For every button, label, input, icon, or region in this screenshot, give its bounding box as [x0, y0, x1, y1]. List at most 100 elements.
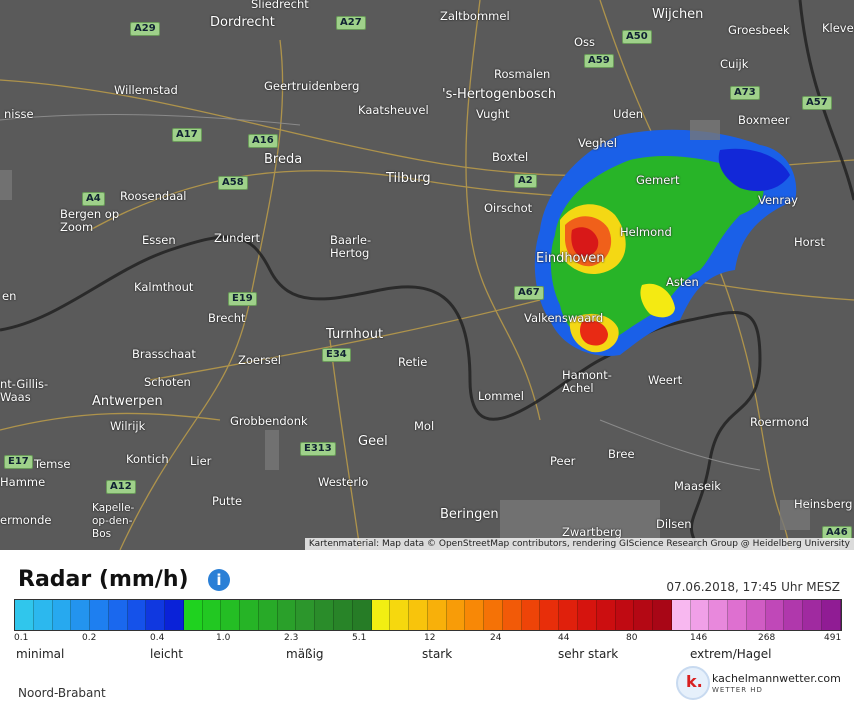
scale-swatch	[765, 600, 785, 630]
scale-swatch	[277, 600, 297, 630]
place-label: Geertruidenberg	[264, 79, 360, 93]
place-label: Peer	[550, 454, 576, 468]
scale-tick: 5.1	[352, 633, 367, 643]
place-label: Turnhout	[326, 327, 384, 342]
scale-swatch	[258, 600, 278, 630]
timestamp: 07.06.2018, 17:45 Uhr MESZ	[666, 580, 840, 594]
scale-category: mäßig	[286, 647, 324, 661]
place-label: 's-Hertogenbosch	[442, 87, 557, 102]
place-label: nt-Gillis-Waas	[0, 377, 49, 404]
place-label: Brasschaat	[132, 347, 196, 361]
scale-swatch	[371, 600, 391, 630]
road-shield: A4	[82, 192, 105, 206]
place-label: Weert	[648, 373, 683, 387]
place-label: Uden	[613, 107, 644, 121]
scale-tick: 24	[490, 633, 502, 643]
place-label: Lommel	[478, 389, 524, 403]
place-label: Roosendaal	[120, 189, 187, 203]
place-label: Antwerpen	[92, 394, 163, 409]
brand-link[interactable]: kachelmannwetter.com	[712, 672, 841, 685]
place-label: Tilburg	[386, 171, 431, 186]
place-label: Vught	[476, 107, 510, 121]
scale-swatch	[615, 600, 635, 630]
place-label: Brecht	[208, 311, 246, 325]
info-icon[interactable]: i	[208, 569, 230, 591]
map-attribution: Kartenmaterial: Map data © OpenStreetMap…	[304, 538, 854, 550]
place-label: Kalmthout	[134, 280, 194, 294]
place-label: Mol	[414, 419, 435, 433]
scale-tick: 0.1	[14, 633, 29, 643]
place-label: Temse	[34, 457, 71, 471]
place-label: Helmond	[620, 225, 672, 239]
radar-map[interactable]: Sliedrecht Dordrecht Zaltbommel Wijchen …	[0, 0, 854, 550]
place-label: Kontich	[126, 452, 169, 466]
road-shield: A58	[218, 176, 248, 190]
color-scale	[14, 599, 842, 631]
scale-swatch	[690, 600, 710, 630]
road-shield: A17	[172, 128, 202, 142]
scale-swatch	[728, 600, 747, 630]
scale-swatch	[71, 600, 91, 630]
place-label: Willemstad	[114, 83, 178, 97]
place-label: nisse	[4, 107, 34, 121]
road-shield: E34	[322, 348, 351, 362]
scale-category: minimal	[16, 647, 65, 661]
place-label: ermonde	[0, 513, 52, 527]
scale-swatch	[540, 600, 560, 630]
road-shield: A59	[584, 54, 614, 68]
scale-swatch	[221, 600, 241, 630]
scale-category: sehr stark	[558, 647, 619, 661]
scale-swatch	[146, 600, 166, 630]
scale-swatch	[427, 600, 447, 630]
road-shield: A73	[730, 86, 760, 100]
place-label: Lier	[190, 454, 212, 468]
place-label: Beringen	[440, 507, 499, 522]
road-shield: A50	[622, 30, 652, 44]
scale-swatch	[108, 600, 128, 630]
place-label: Zaltbommel	[440, 9, 510, 23]
scale-swatch	[821, 600, 841, 630]
place-label: Sliedrecht	[251, 0, 309, 11]
scale-swatch	[240, 600, 259, 630]
place-label: Groesbeek	[728, 23, 790, 37]
place-label: Kapelle-op-den-Bos	[92, 502, 135, 540]
place-label: Horst	[794, 235, 825, 249]
scale-swatch	[352, 600, 372, 630]
place-label: Wijchen	[652, 7, 704, 22]
place-label: Hamme	[0, 475, 46, 489]
scale-swatch	[671, 600, 691, 630]
scale-swatch	[653, 600, 672, 630]
road-shield: E17	[4, 455, 33, 469]
place-label: Westerlo	[318, 475, 369, 489]
scale-category: leicht	[150, 647, 183, 661]
place-label: en	[2, 289, 17, 303]
place-label: Oss	[574, 35, 596, 49]
road-shield: E19	[228, 292, 257, 306]
scale-swatch	[296, 600, 316, 630]
scale-swatch	[202, 600, 222, 630]
scale-swatch	[315, 600, 335, 630]
scale-swatch	[15, 600, 34, 630]
scale-tick: 268	[758, 633, 776, 643]
scale-swatch	[334, 600, 353, 630]
scale-swatch	[390, 600, 410, 630]
road-shield: A16	[248, 134, 278, 148]
scale-tick: 80	[626, 633, 638, 643]
scale-swatch	[502, 600, 522, 630]
place-label: Heinsberg	[794, 497, 853, 511]
place-label: Geel	[358, 434, 388, 449]
place-label: Wilrijk	[110, 419, 146, 433]
scale-tick: 1.0	[216, 633, 231, 643]
road-shield: A27	[336, 16, 366, 30]
place-label: Hamont-Achel	[562, 368, 612, 395]
road-shield: A67	[514, 286, 544, 300]
road-shield: A57	[802, 96, 832, 110]
scale-tick: 0.2	[82, 633, 97, 643]
brand-logo-icon[interactable]: k.	[676, 666, 710, 700]
place-label: Dilsen	[656, 517, 692, 531]
road-shield: E313	[300, 442, 336, 456]
place-label: Schoten	[144, 375, 191, 389]
scale-category: stark	[422, 647, 453, 661]
scale-swatch	[465, 600, 485, 630]
scale-swatch	[803, 600, 822, 630]
